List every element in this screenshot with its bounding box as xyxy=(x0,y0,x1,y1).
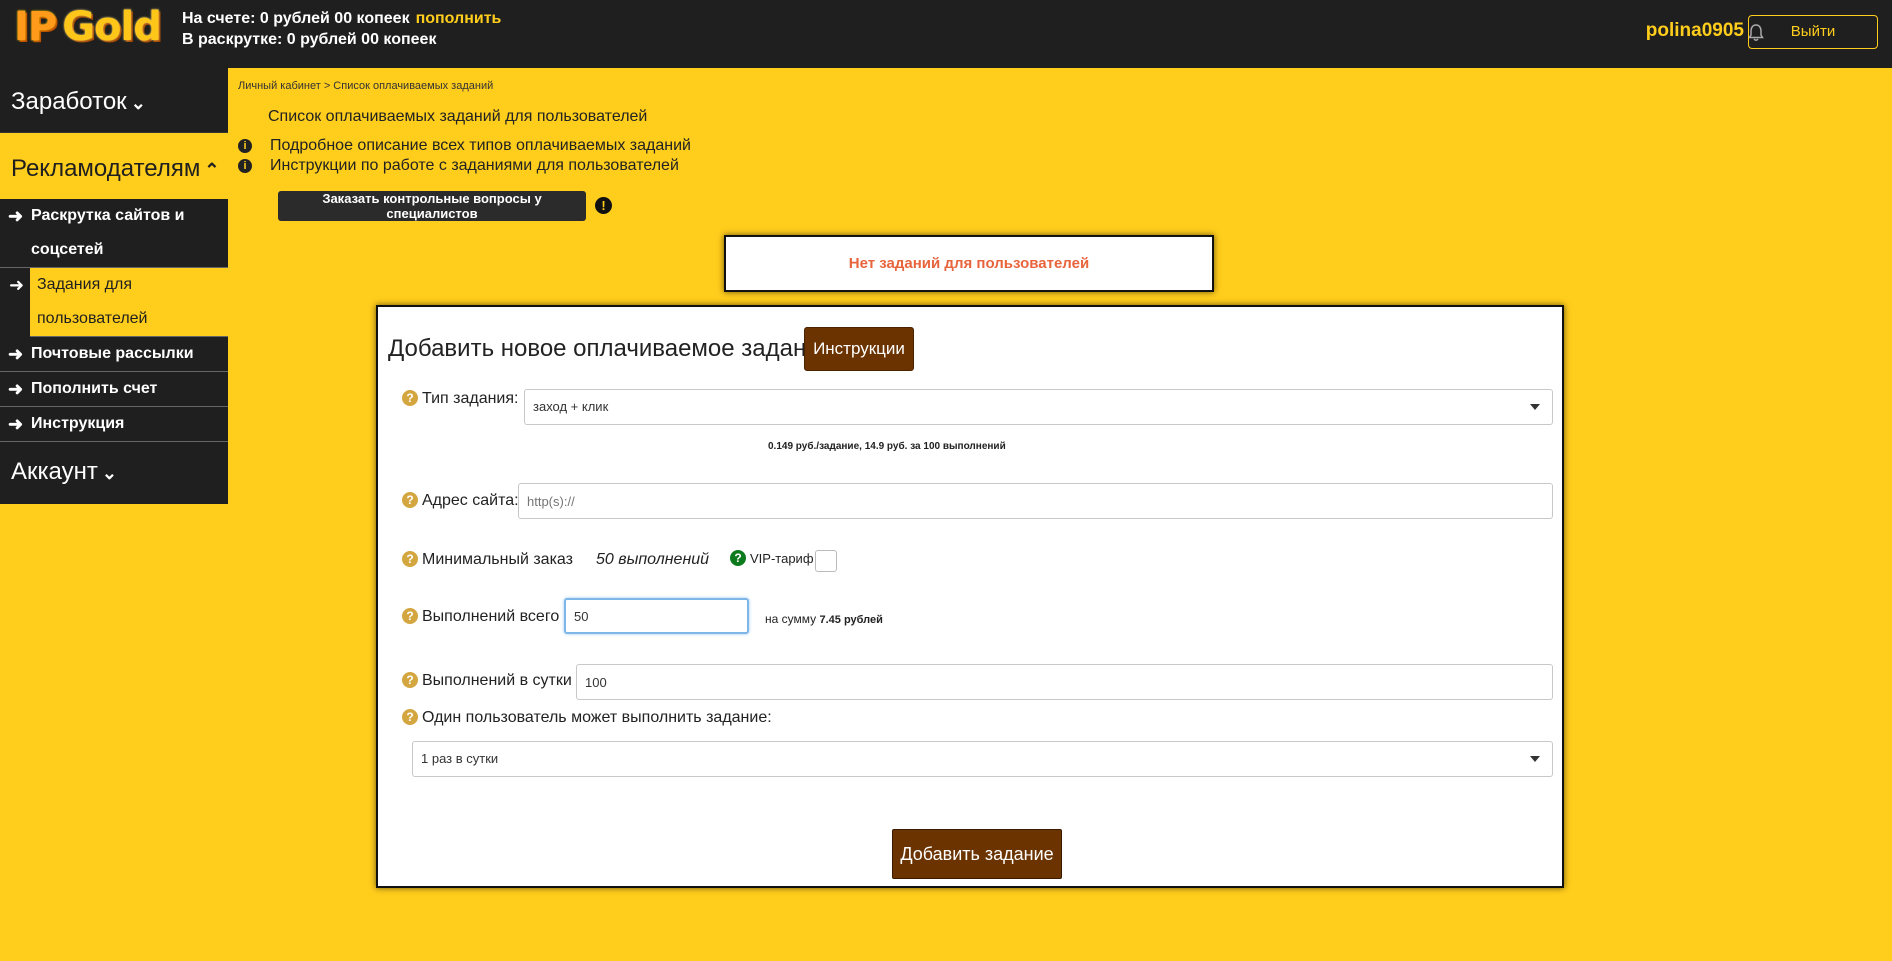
sidebar: Заработок ⌄ Рекламодателям ⌃ ➜ Раскрутка с… xyxy=(0,68,228,504)
sidebar-item-instruction[interactable]: ➜ Инструкция xyxy=(0,407,228,442)
sidebar-advertisers[interactable]: Рекламодателям ⌃ xyxy=(0,133,228,199)
sidebar-submenu: ➜ Раскрутка сайтов и соцсетей ➜ Задания … xyxy=(0,199,228,442)
task-type-label: ? Тип задания: xyxy=(402,390,518,408)
promo-balance: В раскрутке: 0 рублей 00 копеек xyxy=(182,31,437,48)
sum-value: 7.45 рублей xyxy=(819,614,883,626)
add-task-button[interactable]: Добавить задание xyxy=(892,829,1062,879)
help-icon[interactable]: ? xyxy=(402,608,418,624)
caret-down-icon xyxy=(1530,756,1540,762)
help-icon[interactable]: ? xyxy=(730,550,746,566)
info-icon: i xyxy=(238,139,252,153)
logo[interactable]: IP Gold xyxy=(14,6,162,48)
site-address-input[interactable] xyxy=(518,483,1553,519)
form-title: Добавить новое оплачиваемое задание xyxy=(388,335,834,362)
sidebar-item-mailing[interactable]: ➜ Почтовые рассылки xyxy=(0,337,228,372)
vip-checkbox[interactable] xyxy=(815,550,837,572)
order-questions-button[interactable]: Заказать контрольные вопросы у специалис… xyxy=(278,191,586,221)
info-link-task-types[interactable]: i Подробное описание всех типов оплачивае… xyxy=(238,137,691,155)
min-order-label: ? Минимальный заказ xyxy=(402,551,573,569)
sum-label: на сумму 7.45 рублей xyxy=(765,612,883,626)
info-link-instructions[interactable]: i Инструкции по работе с заданиями для по… xyxy=(238,157,679,175)
arrow-right-icon: ➜ xyxy=(8,206,24,226)
chevron-down-icon: ⌄ xyxy=(130,93,146,113)
username[interactable]: polina0905 xyxy=(1646,20,1744,42)
balance-info: На счете: 0 рублей 00 копеек пополнить В … xyxy=(182,8,501,50)
add-task-panel: Добавить новое оплачиваемое задание Инст… xyxy=(376,305,1564,888)
chevron-up-icon: ⌃ xyxy=(204,160,220,180)
arrow-right-icon: ➜ xyxy=(8,379,24,399)
instructions-button[interactable]: Инструкции xyxy=(804,327,914,371)
sidebar-earnings[interactable]: Заработок ⌄ xyxy=(0,68,228,133)
sidebar-item-topup[interactable]: ➜ Пополнить счет xyxy=(0,372,228,407)
one-user-label: ? Один пользователь может выполнить задан… xyxy=(402,709,772,727)
chevron-down-icon: ⌄ xyxy=(101,463,117,483)
page-title: Список оплачиваемых заданий для пользова… xyxy=(268,108,648,125)
per-day-label: ? Выполнений в сутки xyxy=(402,672,572,690)
sidebar-account[interactable]: Аккаунт ⌄ xyxy=(0,442,228,504)
logout-button[interactable]: Выйти xyxy=(1748,15,1878,49)
help-icon[interactable]: ? xyxy=(402,709,418,725)
min-order-value: 50 выполнений xyxy=(596,551,710,568)
site-address-label: ? Адрес сайта: xyxy=(402,492,519,510)
help-icon[interactable]: ? xyxy=(402,492,418,508)
vip-label: ? VIP-тариф xyxy=(730,550,814,566)
help-icon[interactable]: ? xyxy=(402,551,418,567)
sidebar-item-user-tasks[interactable]: ➜ Задания для пользователей xyxy=(9,268,228,337)
per-day-input[interactable] xyxy=(576,664,1553,700)
exclamation-icon[interactable]: ! xyxy=(595,197,612,214)
no-tasks-notice: Нет заданий для пользователей xyxy=(724,235,1214,292)
price-note: 0.149 руб./задание, 14.9 руб. за 100 вып… xyxy=(768,441,1006,452)
one-user-select[interactable]: 1 раз в сутки xyxy=(412,741,1553,777)
caret-down-icon xyxy=(1530,404,1540,410)
breadcrumb[interactable]: Личный кабинет > Список оплачиваемых зад… xyxy=(238,80,493,92)
total-executions-input[interactable] xyxy=(564,598,749,634)
sidebar-item-site-promotion[interactable]: ➜ Раскрутка сайтов и соцсетей xyxy=(0,199,228,268)
info-icon: i xyxy=(238,159,252,173)
account-balance: На счете: 0 рублей 00 копеек xyxy=(182,10,410,27)
task-type-select[interactable]: заход + клик xyxy=(524,389,1553,425)
help-icon[interactable]: ? xyxy=(402,390,418,406)
top-bar: IP Gold На счете: 0 рублей 00 копеек попол… xyxy=(0,0,1892,68)
total-label: ? Выполнений всего xyxy=(402,608,559,626)
arrow-right-icon: ➜ xyxy=(8,344,24,364)
arrow-right-icon: ➜ xyxy=(8,414,24,434)
arrow-right-icon: ➜ xyxy=(9,275,25,295)
help-icon[interactable]: ? xyxy=(402,672,418,688)
topup-link[interactable]: пополнить xyxy=(416,10,502,27)
